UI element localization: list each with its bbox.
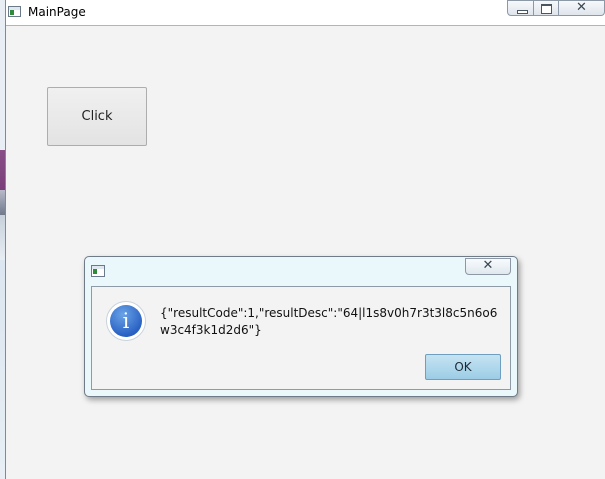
message-dialog: ✕ i {"resultCode":1,"resultDesc":"64|l1s… xyxy=(84,256,518,397)
main-window: MainPage ✕ Click xyxy=(5,0,605,479)
info-icon-glyph: i xyxy=(110,305,142,337)
dialog-close-button[interactable]: ✕ xyxy=(465,258,511,275)
app-window-icon xyxy=(8,6,21,17)
close-button[interactable]: ✕ xyxy=(559,0,605,16)
click-button[interactable]: Click xyxy=(47,87,147,146)
dialog-window-icon xyxy=(91,265,105,277)
title-bar[interactable]: MainPage ✕ xyxy=(6,0,605,26)
info-icon: i xyxy=(106,301,146,341)
dialog-body: i {"resultCode":1,"resultDesc":"64|l1s8v… xyxy=(91,286,511,390)
window-title: MainPage xyxy=(28,5,86,19)
minimize-button[interactable] xyxy=(507,0,534,16)
dialog-message: {"resultCode":1,"resultDesc":"64|l1s8v0h… xyxy=(160,306,498,337)
maximize-button[interactable] xyxy=(534,0,559,16)
close-icon: ✕ xyxy=(576,0,587,15)
caption-buttons: ✕ xyxy=(507,0,605,17)
close-icon: ✕ xyxy=(482,258,494,273)
ok-button[interactable]: OK xyxy=(425,354,501,380)
